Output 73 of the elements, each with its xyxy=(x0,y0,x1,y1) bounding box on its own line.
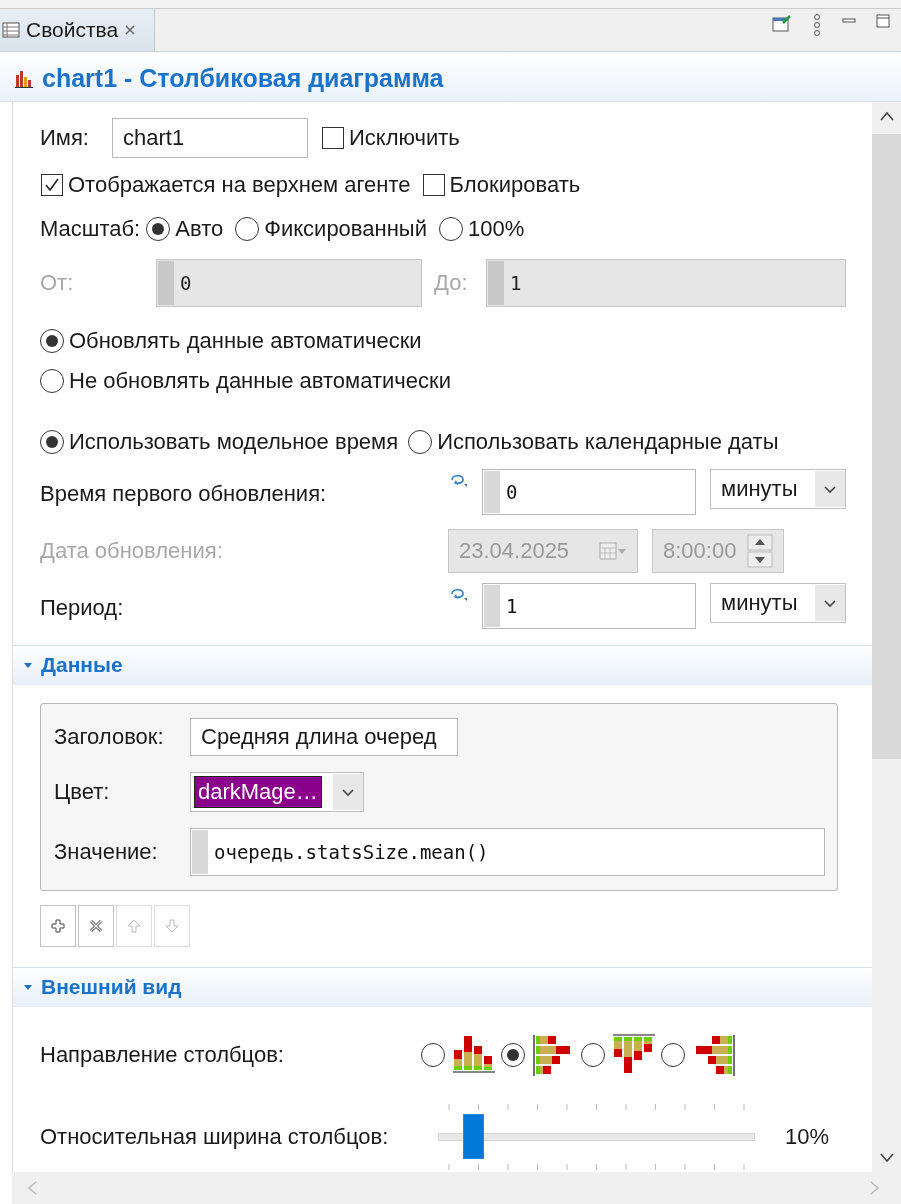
field-label: Направление столбцов: xyxy=(40,1042,285,1069)
field-label: Период: xyxy=(40,594,125,621)
value-field[interactable]: 1 xyxy=(482,582,696,629)
spinner-icon[interactable] xyxy=(747,533,773,568)
field-label: До: xyxy=(434,269,469,296)
arrow-down-icon xyxy=(164,917,180,934)
radio-button[interactable] xyxy=(581,1043,605,1068)
field-label: Имя: xyxy=(40,125,90,151)
left-bars-drawing xyxy=(693,1033,735,1077)
panel-title: chart1 - Столбиковая диаграмма xyxy=(42,64,444,93)
radio-button[interactable] xyxy=(40,328,64,353)
arrow-up-icon xyxy=(126,917,142,934)
radio-button[interactable] xyxy=(661,1043,685,1068)
chevron-down-icon xyxy=(815,470,845,507)
checkbox[interactable] xyxy=(422,174,445,197)
unit-dropdown[interactable]: минуты xyxy=(710,582,846,623)
radio-button[interactable] xyxy=(421,1043,445,1068)
radio-button[interactable] xyxy=(40,429,64,454)
table-icon xyxy=(2,22,20,38)
radio-button[interactable] xyxy=(408,429,433,454)
chevron-down-icon xyxy=(815,584,845,621)
field-label: Относительная ширина столбцов: xyxy=(40,1124,390,1150)
unit-dropdown[interactable]: минуты xyxy=(710,468,846,509)
radio-button[interactable] xyxy=(501,1043,525,1068)
width-slider[interactable] xyxy=(438,1102,755,1172)
checkbox[interactable] xyxy=(322,127,344,149)
expression-field[interactable]: очередь.statsSize.mean() xyxy=(190,827,825,876)
maximize-icon[interactable] xyxy=(875,13,891,29)
radio-label[interactable]: 100% xyxy=(467,216,525,243)
radio-label[interactable]: Использовать календарные даты xyxy=(437,428,779,455)
checkbox-label[interactable]: Исключить xyxy=(349,125,460,151)
color-swatch: darkMage… xyxy=(194,775,322,808)
radio-button[interactable] xyxy=(438,217,463,242)
value-field[interactable]: 0 xyxy=(482,468,696,515)
radio-label[interactable]: Не обновлять данные автоматически xyxy=(69,367,451,394)
new-window-icon[interactable] xyxy=(771,13,793,33)
chevron-down-icon xyxy=(333,773,363,810)
section-header[interactable]: Данные xyxy=(13,644,872,685)
section-header[interactable]: Внешний вид xyxy=(13,966,872,1007)
field-label: От: xyxy=(40,269,75,296)
add-button[interactable] xyxy=(40,904,76,947)
field-label: Масштаб: xyxy=(40,216,141,243)
radio-button[interactable] xyxy=(235,217,260,242)
radio-label[interactable]: Обновлять данные автоматически xyxy=(69,327,422,354)
field-label: Значение: xyxy=(54,838,159,865)
vertical-scrollbar[interactable] xyxy=(872,102,901,1172)
scrollbar-thumb[interactable] xyxy=(872,134,901,759)
field-label: Заголовок: xyxy=(54,723,165,750)
checkbox-label[interactable]: Отображается на верхнем агенте xyxy=(68,172,411,199)
slider-thumb[interactable] xyxy=(462,1114,484,1159)
scroll-up-icon[interactable] xyxy=(878,110,895,122)
field-label: Дата обновления: xyxy=(40,537,224,564)
remove-button[interactable] xyxy=(78,904,114,947)
plus-icon xyxy=(50,917,66,934)
checkbox[interactable] xyxy=(41,174,63,197)
close-icon[interactable] xyxy=(124,24,137,36)
title-field[interactable]: Средняя длина очеред xyxy=(190,717,458,756)
slider-value: 10% xyxy=(785,1124,830,1150)
view-tab[interactable]: Свойства xyxy=(0,9,156,51)
checkbox-label[interactable]: Блокировать xyxy=(449,172,581,199)
color-dropdown[interactable]: darkMage… xyxy=(190,771,364,812)
radio-label[interactable]: Авто xyxy=(175,216,224,243)
scroll-down-icon[interactable] xyxy=(878,1152,895,1164)
more-options-icon[interactable] xyxy=(811,13,823,37)
radio-button[interactable] xyxy=(40,368,64,393)
bar-chart-icon xyxy=(14,68,34,89)
field-label: Цвет: xyxy=(54,778,111,805)
radio-button[interactable] xyxy=(146,217,171,242)
cross-icon xyxy=(88,917,104,934)
name-field[interactable]: chart1 xyxy=(112,118,308,158)
radio-label[interactable]: Фиксированный xyxy=(264,216,427,243)
radio-label[interactable]: Использовать модельное время xyxy=(69,428,399,455)
field-label: Время первого обновления: xyxy=(40,480,328,507)
